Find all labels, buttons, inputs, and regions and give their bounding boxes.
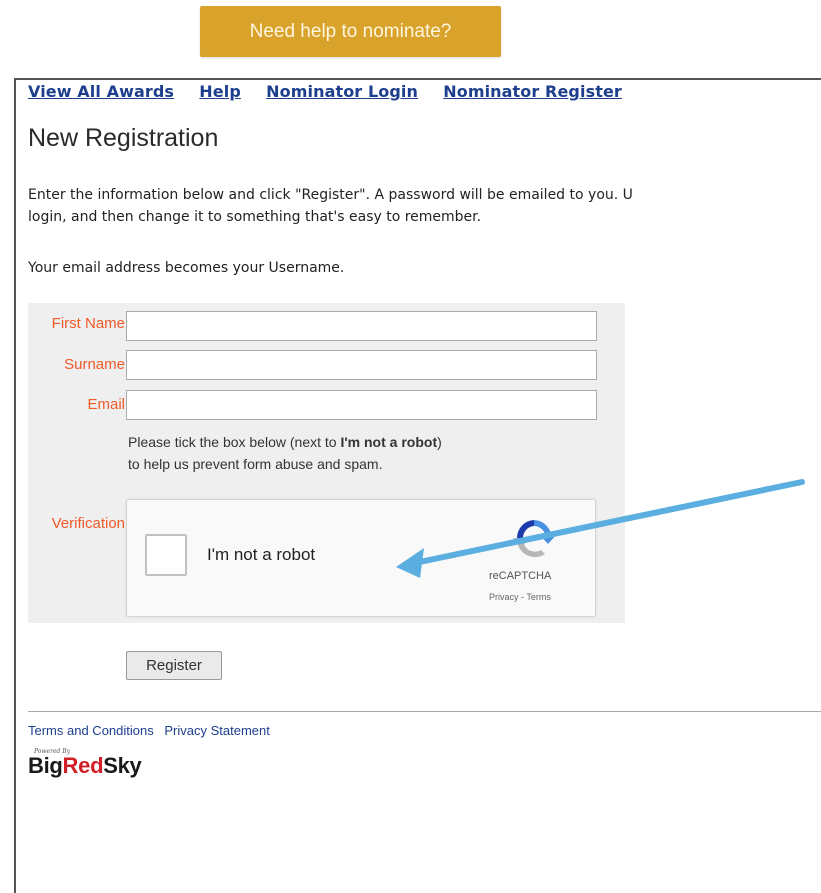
surname-label: Surname — [64, 356, 125, 373]
first-name-input[interactable] — [126, 311, 597, 341]
terms-link[interactable]: Terms and Conditions — [28, 723, 154, 738]
arrow-pointer-icon — [396, 479, 805, 578]
brand-sky: Sky — [103, 753, 142, 778]
brand-red: Red — [62, 753, 104, 778]
verification-label: Verification — [51, 515, 125, 532]
intro-line-2: login, and then change it to something t… — [28, 209, 482, 225]
top-nav: View All Awards Help Nominator Login Nom… — [28, 82, 637, 102]
instructions-bold: I'm not a robot — [340, 434, 438, 450]
email-label: Email — [87, 396, 125, 413]
recaptcha-checkbox-label: I'm not a robot — [207, 545, 316, 564]
instructions-prefix: Please tick the box below (next to — [128, 434, 341, 450]
captcha-instructions: Please tick the box below (next to I'm n… — [128, 431, 442, 475]
email-input[interactable] — [126, 390, 597, 420]
nav-nominator-login[interactable]: Nominator Login — [266, 82, 418, 101]
recaptcha-checkbox[interactable] — [145, 534, 187, 576]
register-button[interactable]: Register — [126, 651, 222, 680]
bigredsky-logo: Powered By BigRedSky — [28, 748, 142, 779]
surname-input[interactable] — [126, 350, 597, 380]
recaptcha-links[interactable]: Privacy - Terms — [489, 592, 551, 602]
username-note: Your email address becomes your Username… — [28, 260, 345, 276]
nav-view-all-awards[interactable]: View All Awards — [28, 82, 174, 101]
first-name-label: First Name — [51, 315, 125, 332]
need-help-button[interactable]: Need help to nominate? — [200, 6, 501, 57]
intro-text: Enter the information below and click "R… — [28, 184, 821, 228]
footer-divider — [28, 711, 821, 712]
instructions-suffix: ) — [437, 434, 442, 450]
brand-big: Big — [28, 753, 63, 778]
brand-name: BigRedSky — [28, 753, 142, 779]
nav-help[interactable]: Help — [199, 82, 241, 101]
page-title: New Registration — [28, 124, 219, 152]
footer-links: Terms and Conditions Privacy Statement — [28, 723, 277, 738]
nav-nominator-register[interactable]: Nominator Register — [443, 82, 622, 101]
instructions-line-1: Please tick the box below (next to I'm n… — [128, 431, 442, 453]
privacy-link[interactable]: Privacy Statement — [164, 723, 270, 738]
intro-line-1: Enter the information below and click "R… — [28, 187, 633, 203]
